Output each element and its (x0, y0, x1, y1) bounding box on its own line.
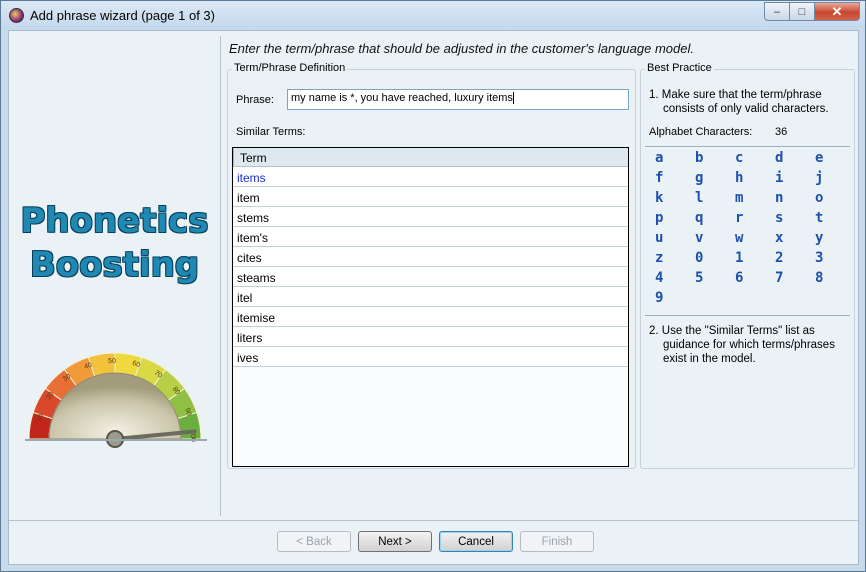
grid-row[interactable]: items (233, 167, 628, 187)
alphabet-character: 7 (775, 270, 784, 286)
alphabet-character: r (735, 210, 744, 226)
alphabet-character: z (655, 250, 664, 266)
grid-column-header-term[interactable]: Term (233, 148, 628, 167)
alphabet-character: m (735, 190, 744, 206)
minimize-icon: – (773, 5, 781, 18)
tip2-line3: exist in the model. (663, 353, 756, 365)
alphabet-character: g (695, 170, 704, 186)
instruction-text: Enter the term/phrase that should be adj… (229, 41, 694, 56)
alphabet-character: i (775, 170, 784, 186)
alphabet-character: a (655, 150, 664, 166)
app-logo-icon (9, 8, 24, 23)
grid-row[interactable]: cites (233, 247, 628, 267)
cancel-button[interactable]: Cancel (439, 531, 513, 552)
tip1-line2: consists of only valid characters. (663, 103, 829, 115)
alphabet-character: w (735, 230, 744, 246)
tip2-line1: 2. Use the "Similar Terms" list as (649, 325, 815, 337)
alphabet-character: o (815, 190, 824, 206)
tip2-line2: guidance for which terms/phrases (663, 339, 835, 351)
phrase-label: Phrase: (236, 94, 274, 106)
brand-title: Phonetics Boosting (9, 199, 220, 287)
alphabet-character: n (775, 190, 784, 206)
close-icon: ✕ (831, 3, 843, 19)
text-caret (512, 92, 514, 105)
grid-row[interactable]: steams (233, 267, 628, 287)
grid-row[interactable]: stems (233, 207, 628, 227)
gauge-icon: 1020304050 60708090100 (25, 352, 207, 448)
finish-button[interactable]: Finish (520, 531, 594, 552)
title-bar[interactable]: Add phrase wizard (page 1 of 3) – □ ✕ (1, 1, 865, 29)
best-practice-tip-2: 2. Use the "Similar Terms" list as guida… (649, 324, 854, 366)
grid-row[interactable]: item (233, 187, 628, 207)
separator (645, 315, 850, 316)
alphabet-character: 0 (695, 250, 704, 266)
term-definition-group: Term/Phrase Definition Phrase: my name i… (227, 62, 636, 469)
alphabet-character: l (695, 190, 704, 206)
alphabet-label: Alphabet Characters: (649, 126, 753, 138)
back-button[interactable]: < Back (277, 531, 351, 552)
alphabet-character: d (775, 150, 784, 166)
wizard-body: Phonetics Boosting 10 20 30 40 50 60 70 80 90 100 (8, 30, 859, 565)
alphabet-character: 5 (695, 270, 704, 286)
alphabet-character: q (695, 210, 704, 226)
separator (645, 146, 850, 147)
grid-row[interactable]: itemise (233, 307, 628, 327)
alphabet-character: f (655, 170, 664, 186)
tip1-line1: 1. Make sure that the term/phrase (649, 89, 822, 101)
next-button[interactable]: Next > (358, 531, 432, 552)
similar-terms-grid[interactable]: Term items item stems item's cites steams itel… (232, 147, 629, 467)
brand-panel: Phonetics Boosting 10 20 30 40 50 60 70 80 90 100 (9, 31, 220, 516)
alphabet-character: s (775, 210, 784, 226)
alphabet-characters-grid: a b c d e f g h i j k l m n o p q r s t u v w x y z 0 1 2 3 4 5 6 7 8 9 (655, 150, 855, 310)
alphabet-character: 2 (775, 250, 784, 266)
alphabet-character: 9 (655, 290, 664, 306)
phrase-value: my name is *, you have reached, luxury i… (291, 92, 513, 104)
alphabet-character: x (775, 230, 784, 246)
alphabet-character: 6 (735, 270, 744, 286)
alphabet-character: 4 (655, 270, 664, 286)
alphabet-character: h (735, 170, 744, 186)
alphabet-characters-row: Alphabet Characters: 36 (649, 126, 787, 138)
alphabet-character: p (655, 210, 664, 226)
brand-title-line1: Phonetics (20, 201, 209, 241)
term-definition-label: Term/Phrase Definition (232, 62, 348, 74)
alphabet-character: k (655, 190, 664, 206)
alphabet-count: 36 (775, 126, 788, 138)
alphabet-character: 8 (815, 270, 824, 286)
wizard-window: Add phrase wizard (page 1 of 3) – □ ✕ Ph… (0, 0, 866, 572)
alphabet-character: c (735, 150, 744, 166)
footer-divider (9, 520, 858, 521)
alphabet-character: j (815, 170, 824, 186)
alphabet-character: y (815, 230, 824, 246)
best-practice-tip-1: 1. Make sure that the term/phrase consis… (649, 88, 849, 116)
alphabet-character: 3 (815, 250, 824, 266)
grid-row[interactable]: liters (233, 327, 628, 347)
best-practice-group: Best Practice 1. Make sure that the term… (640, 62, 855, 469)
alphabet-character: e (815, 150, 824, 166)
best-practice-label: Best Practice (645, 62, 714, 74)
phrase-input[interactable]: my name is *, you have reached, luxury i… (287, 89, 629, 110)
alphabet-character: u (655, 230, 664, 246)
close-button[interactable]: ✕ (815, 2, 860, 21)
panel-divider (220, 36, 221, 516)
gauge-tick-label: 50 (108, 358, 116, 365)
alphabet-character: 1 (735, 250, 744, 266)
similar-terms-label: Similar Terms: (236, 126, 306, 138)
alphabet-character: v (695, 230, 704, 246)
minimize-button[interactable]: – (764, 2, 790, 21)
maximize-icon: □ (798, 5, 806, 18)
window-title: Add phrase wizard (page 1 of 3) (30, 8, 215, 23)
grid-row[interactable]: ives (233, 347, 628, 367)
alphabet-character: t (815, 210, 824, 226)
grid-row[interactable]: item's (233, 227, 628, 247)
grid-row[interactable]: itel (233, 287, 628, 307)
maximize-button[interactable]: □ (790, 2, 815, 21)
alphabet-character: b (695, 150, 704, 166)
brand-title-line2: Boosting (29, 245, 200, 285)
